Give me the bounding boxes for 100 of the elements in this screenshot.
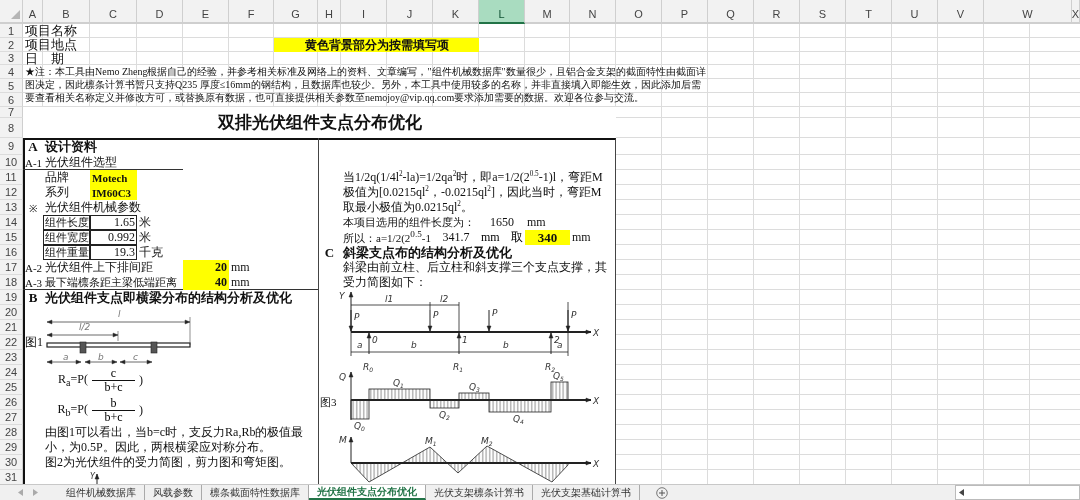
column-header[interactable]: I: [341, 0, 387, 24]
add-sheet-icon[interactable]: [656, 486, 668, 499]
column-header[interactable]: E: [183, 0, 229, 24]
input-cell[interactable]: 40: [183, 275, 229, 290]
column-header[interactable]: S: [800, 0, 846, 24]
formula-text: c: [109, 366, 118, 380]
row-header[interactable]: 8: [0, 118, 23, 138]
cell-text: 项目名称: [24, 24, 78, 38]
column-header[interactable]: A: [23, 0, 43, 24]
conclusion-text: 图2为光伏组件的受力简图，剪力图和弯矩图。: [44, 455, 292, 470]
row-header[interactable]: 19: [0, 290, 23, 305]
cell-text: 1650: [489, 215, 515, 230]
row-header[interactable]: 21: [0, 320, 23, 335]
row-header[interactable]: 18: [0, 275, 23, 290]
section-marker: A: [27, 138, 39, 155]
column-header[interactable]: K: [433, 0, 479, 24]
cell-text: mm: [481, 230, 500, 245]
column-header[interactable]: X: [1071, 0, 1080, 24]
cell-text: 项目地点: [24, 38, 78, 52]
column-header[interactable]: T: [846, 0, 892, 24]
diagram-label: M$_{1}$: [425, 436, 437, 447]
row-header[interactable]: 17: [0, 260, 23, 275]
input-cell[interactable]: Motech: [90, 170, 137, 185]
row-header[interactable]: 12: [0, 185, 23, 200]
next-sheet-icon[interactable]: [33, 489, 38, 496]
column-header[interactable]: F: [229, 0, 274, 24]
sheet-tab[interactable]: 光伏组件支点分布优化: [309, 485, 426, 500]
row-header[interactable]: 1: [0, 24, 23, 38]
instruction-banner: 黄色背景部分为按需填写项: [274, 38, 479, 52]
dimension-label: a: [63, 352, 69, 362]
row-header[interactable]: 3: [0, 52, 23, 65]
diagram-label: Q$_{5}$: [553, 371, 564, 382]
column-header[interactable]: C: [90, 0, 137, 24]
cell-text: 品牌: [44, 170, 70, 185]
horizontal-scrollbar[interactable]: [955, 485, 1080, 500]
cell-text: 光伏组件机械参数: [44, 200, 142, 215]
row-header[interactable]: 10: [0, 155, 23, 170]
row-header[interactable]: 31: [0, 470, 23, 484]
input-cell[interactable]: 20: [183, 260, 229, 275]
dimension-label: c: [133, 352, 138, 362]
row-header[interactable]: 2: [0, 38, 23, 52]
row-header[interactable]: 20: [0, 305, 23, 320]
row-header[interactable]: 14: [0, 215, 23, 230]
row-header[interactable]: 5: [0, 79, 23, 93]
row-header[interactable]: 11: [0, 170, 23, 185]
row-header[interactable]: 26: [0, 395, 23, 410]
sheet-tab[interactable]: 风载参数: [145, 485, 202, 500]
column-header[interactable]: L: [479, 0, 525, 24]
input-cell[interactable]: IM60C3: [90, 185, 137, 200]
column-header[interactable]: B: [43, 0, 90, 24]
table-cell: 19.3: [90, 245, 137, 260]
diagram-label: R$_{0}$: [363, 362, 374, 373]
row-header[interactable]: 16: [0, 245, 23, 260]
row-header[interactable]: 23: [0, 350, 23, 365]
sheet-tab[interactable]: 组件机械数据库: [58, 485, 145, 500]
input-cell[interactable]: 340: [525, 230, 570, 245]
diagram-label: X: [593, 459, 600, 469]
column-header[interactable]: W: [984, 0, 1072, 24]
column-header[interactable]: U: [892, 0, 938, 24]
column-header[interactable]: O: [616, 0, 662, 24]
sheet-tab[interactable]: 光伏支架檩条计算书: [426, 485, 533, 500]
row-header[interactable]: 25: [0, 380, 23, 395]
row-header[interactable]: 15: [0, 230, 23, 245]
column-header[interactable]: D: [137, 0, 183, 24]
column-header[interactable]: M: [525, 0, 570, 24]
row-header[interactable]: 6: [0, 93, 23, 107]
row-header[interactable]: 28: [0, 425, 23, 440]
diagram-label: b: [411, 340, 417, 350]
sheet-tab[interactable]: 光伏支架基础计算书: [533, 485, 640, 500]
column-header[interactable]: R: [754, 0, 800, 24]
row-header[interactable]: 24: [0, 365, 23, 380]
column-header[interactable]: Q: [708, 0, 754, 24]
previous-sheet-icon[interactable]: [18, 489, 23, 496]
axis-label: Y: [90, 472, 95, 481]
row-header[interactable]: 9: [0, 138, 23, 155]
row-header[interactable]: 13: [0, 200, 23, 215]
select-all-button[interactable]: [0, 0, 23, 24]
column-header[interactable]: J: [387, 0, 433, 24]
row-header[interactable]: 7: [0, 107, 23, 118]
column-header[interactable]: N: [570, 0, 616, 24]
row-header[interactable]: 30: [0, 455, 23, 470]
diagram-label: P: [571, 310, 577, 320]
section-heading: 斜梁支点布的结构分析及优化: [342, 245, 513, 260]
column-header[interactable]: P: [662, 0, 708, 24]
cell-text: 341.7: [441, 230, 471, 245]
row-header[interactable]: 4: [0, 65, 23, 79]
diagram-label: M$_{2}$: [481, 436, 493, 447]
diagram-label: R$_{1}$: [453, 362, 464, 373]
formula-text: 所以：a=1/2(2$^{0.5}$-1: [342, 230, 432, 245]
diagram-label: Q$_{3}$: [469, 382, 480, 393]
column-header[interactable]: V: [938, 0, 984, 24]
cell-text: 千克: [138, 245, 164, 260]
cell-text: mm: [230, 260, 251, 275]
column-header[interactable]: H: [318, 0, 341, 24]
row-header[interactable]: 27: [0, 410, 23, 425]
row-header[interactable]: 29: [0, 440, 23, 455]
column-header[interactable]: G: [274, 0, 318, 24]
formula-text: R$_{a}$=P(: [57, 370, 89, 391]
row-header[interactable]: 22: [0, 335, 23, 350]
diagram-label: 1: [462, 335, 468, 345]
